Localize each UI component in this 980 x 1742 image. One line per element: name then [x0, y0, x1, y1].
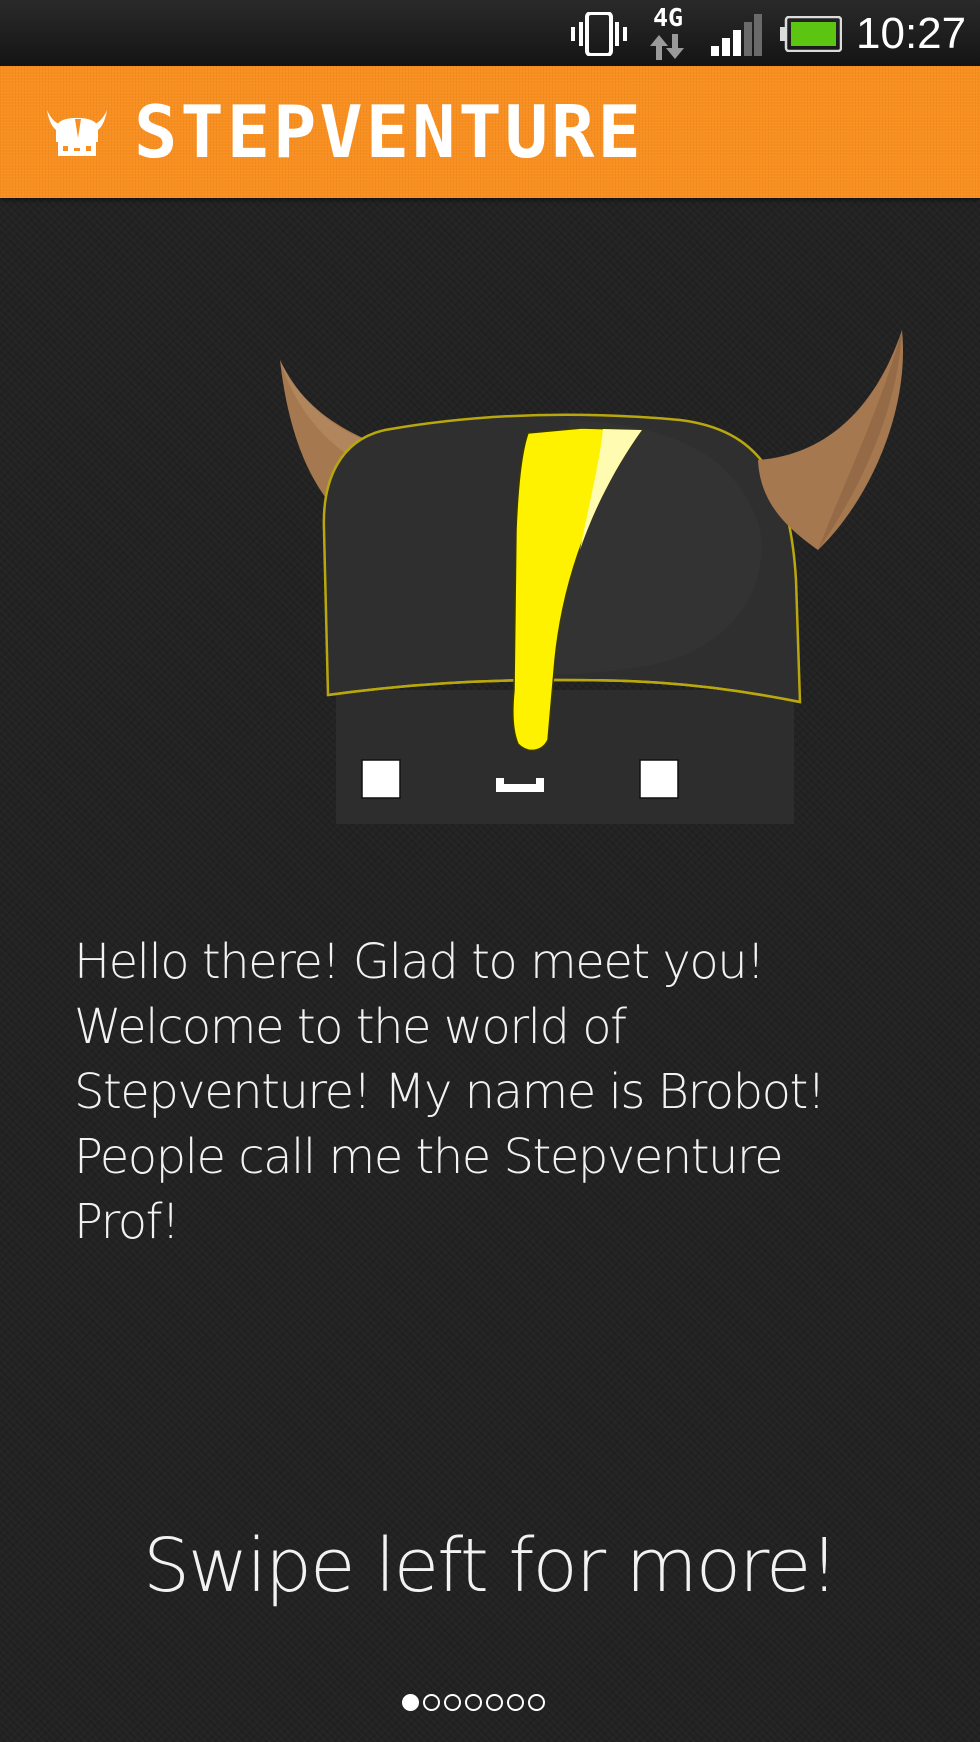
page-dot[interactable] — [465, 1694, 482, 1711]
data-activity-arrows-icon — [650, 34, 684, 60]
page-indicator[interactable] — [402, 1694, 545, 1716]
vibrate-icon — [571, 12, 627, 56]
page-dot[interactable] — [486, 1694, 503, 1711]
viking-helmet-logo-icon — [47, 110, 107, 156]
brobot-mascot-icon — [280, 330, 904, 824]
network-4g-icon: 4G — [646, 3, 690, 62]
status-bar: 4G 10:27 — [0, 0, 980, 66]
intro-text: Hello there! Glad to meet you! Welcome t… — [74, 934, 826, 1250]
page-dot[interactable] — [528, 1694, 545, 1711]
page-dot[interactable] — [402, 1694, 419, 1711]
page-dot[interactable] — [423, 1694, 440, 1711]
page-dot[interactable] — [507, 1694, 524, 1711]
battery-icon — [780, 16, 842, 52]
app-bar: STEPVENTURE — [0, 66, 980, 198]
swipe-hint: Swipe left for more! — [142, 1523, 839, 1609]
status-time: 10:27 — [856, 9, 967, 58]
signal-strength-icon — [711, 14, 762, 56]
tutorial-screen[interactable]: 4G 10:27 STEPVENTURE Hello there! Glad t… — [0, 0, 980, 1742]
page-dot[interactable] — [444, 1694, 461, 1711]
network-type-label: 4G — [652, 3, 684, 32]
app-title: STEPVENTURE — [134, 90, 644, 174]
